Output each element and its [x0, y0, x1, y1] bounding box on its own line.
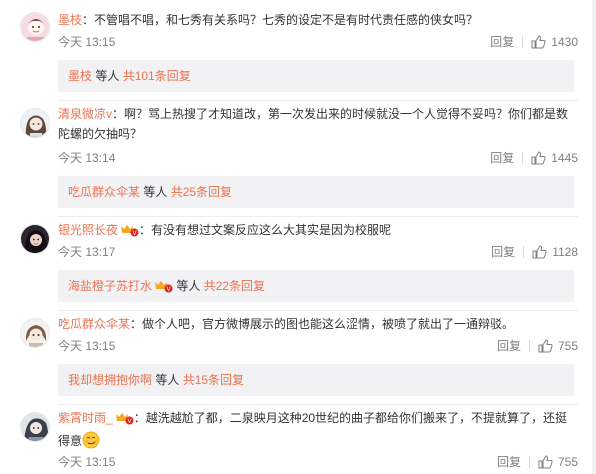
- divider: [528, 456, 530, 468]
- comment-content: 吃瓜群众伞某：做个人吧，官方微博展示的图也能这么涩情，被喷了就出了一通辩驳。: [58, 317, 515, 331]
- comment-text: 不管唱不唱，和七秀有关系吗？七秀的设定不是有时代责任感的侠女吗？: [94, 13, 479, 27]
- like-button[interactable]: 1430: [531, 32, 578, 52]
- reply-button[interactable]: 回复: [490, 148, 514, 168]
- comment-text: 啊？骂上热搜了才知道改，第一次发出来的时候就没一个人觉得不妥吗？你们都是数陀螺的…: [58, 107, 569, 141]
- comment-meta: 今天 13:14 回复 1445: [58, 148, 578, 168]
- comment-username[interactable]: 银光照长夜: [58, 223, 118, 237]
- sub-replies-box[interactable]: 我却想拥抱你啊 等人 共15条回复: [58, 364, 574, 396]
- avatar[interactable]: [20, 12, 50, 42]
- comment-content: 紫霄时雨_ V ：越洗越尬了都，二泉映月这种20世纪的曲子都给你们搬来了，不提就算了…: [58, 408, 574, 455]
- view-replies-link[interactable]: 共22条回复: [204, 279, 265, 293]
- like-button[interactable]: 1128: [532, 242, 578, 262]
- vip-badge-icon: V: [153, 273, 173, 305]
- comment-time: 今天 13:17: [58, 245, 116, 259]
- comment-time: 今天 13:15: [58, 455, 116, 469]
- reply-button[interactable]: 回复: [490, 32, 514, 52]
- like-button[interactable]: 1445: [531, 148, 578, 168]
- sub-replies-box[interactable]: 吃瓜群众伞某 等人 共25条回复: [58, 176, 574, 208]
- divider: [522, 36, 524, 48]
- vip-badge-icon: V: [114, 411, 134, 431]
- avatar[interactable]: [20, 224, 50, 254]
- divider: [522, 152, 524, 164]
- avatar[interactable]: [20, 412, 50, 442]
- divider: [58, 216, 578, 217]
- thumbs-up-icon: [531, 151, 546, 165]
- scrollbar-track[interactable]: [592, 0, 596, 474]
- sub-reply-user[interactable]: 海盐橙子苏打水: [68, 279, 152, 293]
- like-button[interactable]: 755: [538, 336, 578, 356]
- view-replies-link[interactable]: 共101条回复: [123, 69, 191, 83]
- divider: [58, 404, 578, 405]
- view-replies-link[interactable]: 共15条回复: [183, 373, 244, 387]
- divider: [528, 340, 530, 352]
- sub-reply-user[interactable]: 吃瓜群众伞某: [68, 185, 140, 199]
- comment-time: 今天 13:14: [58, 151, 116, 165]
- avatar[interactable]: [20, 318, 50, 348]
- comment-meta: 今天 13:15 回复 1430: [58, 32, 578, 52]
- comment-meta: 今天 13:17 回复 1128: [58, 242, 578, 262]
- sub-replies-box[interactable]: 海盐橙子苏打水 V 等人 共22条回复: [58, 270, 574, 302]
- divider: [58, 310, 578, 311]
- sub-reply-user[interactable]: 墨枝: [68, 69, 92, 83]
- avatar[interactable]: [20, 108, 50, 138]
- comment-time: 今天 13:15: [58, 35, 116, 49]
- sub-reply-user[interactable]: 我却想拥抱你啊: [68, 373, 152, 387]
- reply-button[interactable]: 回复: [497, 336, 521, 356]
- comment-username[interactable]: 吃瓜群众伞某: [58, 317, 130, 331]
- reply-button[interactable]: 回复: [497, 452, 521, 472]
- thumbs-up-icon: [538, 455, 553, 469]
- comment-meta: 今天 13:15 回复 755: [58, 336, 578, 356]
- comment-content: 银光照长夜 V ：有没有想过文案反应这么大其实是因为校服呢: [58, 220, 574, 243]
- like-count: 1128: [552, 245, 578, 259]
- view-replies-link[interactable]: 共25条回复: [171, 185, 232, 199]
- like-button[interactable]: 755: [538, 452, 578, 472]
- comment-username[interactable]: 清泉微凉v: [58, 107, 112, 121]
- divider: [58, 100, 578, 101]
- comment-time: 今天 13:15: [58, 339, 116, 353]
- comment-content: 墨枝：不管唱不唱，和七秀有关系吗？七秀的设定不是有时代责任感的侠女吗？: [58, 13, 479, 27]
- comment-text: 做个人吧，官方微博展示的图也能这么涩情，被喷了就出了一通辩驳。: [142, 317, 515, 331]
- reply-button[interactable]: 回复: [491, 242, 515, 262]
- like-count: 755: [557, 339, 578, 353]
- comment-username[interactable]: 紫霄时雨_: [58, 411, 113, 425]
- thumbs-up-icon: [538, 339, 553, 353]
- thumbs-up-icon: [532, 245, 547, 259]
- thumbs-up-icon: [531, 35, 546, 49]
- vip-badge-icon: V: [119, 223, 139, 243]
- comment-content: 清泉微凉v：啊？骂上热搜了才知道改，第一次发出来的时候就没一个人觉得不妥吗？你们…: [58, 107, 569, 141]
- comment-text: 有没有想过文案反应这么大其实是因为校服呢: [151, 223, 392, 237]
- like-count: 1445: [551, 151, 578, 165]
- divider: [523, 246, 525, 258]
- like-count: 1430: [551, 35, 578, 49]
- like-count: 755: [557, 455, 578, 469]
- sub-replies-box[interactable]: 墨枝 等人 共101条回复: [58, 60, 574, 92]
- comment-meta: 今天 13:15 回复 755: [58, 452, 578, 472]
- comment-username[interactable]: 墨枝: [58, 13, 82, 27]
